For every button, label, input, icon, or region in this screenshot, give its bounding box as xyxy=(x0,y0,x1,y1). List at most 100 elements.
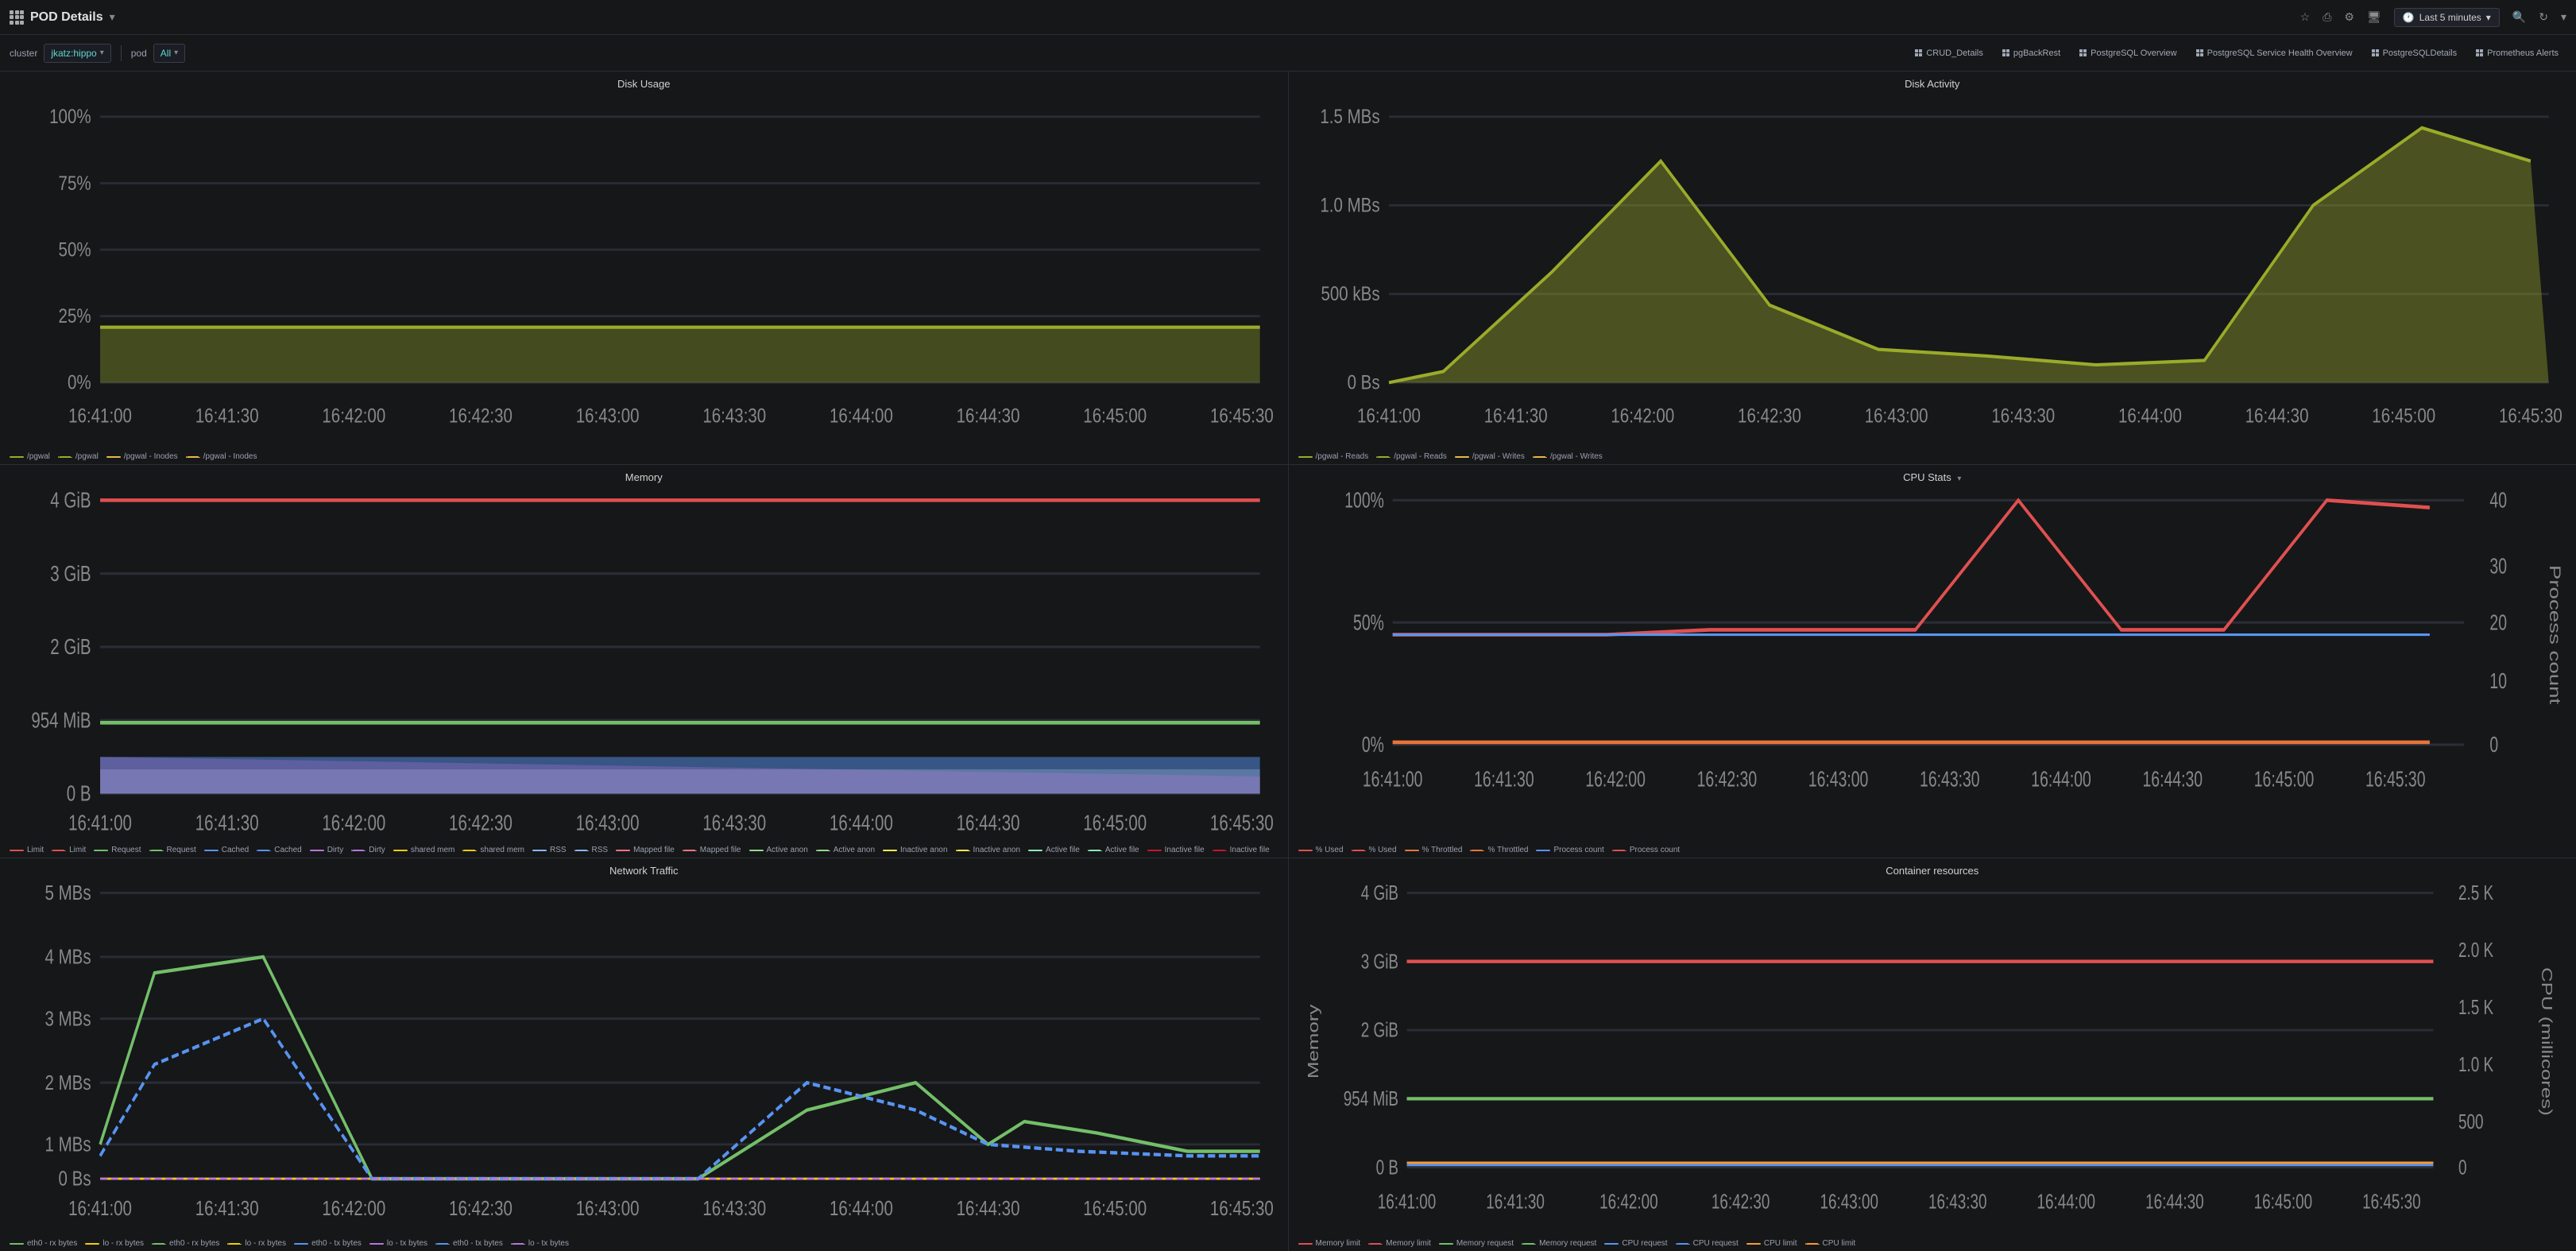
settings-button[interactable]: ⚙ xyxy=(2344,10,2354,24)
svg-text:16:42:30: 16:42:30 xyxy=(449,811,512,836)
svg-text:16:44:30: 16:44:30 xyxy=(2145,1189,2204,1213)
legend-dash xyxy=(186,456,200,458)
cpu-stats-svg: 100% 50% 0% 40 30 20 10 0 Process count … xyxy=(1298,488,2567,842)
pod-value: All xyxy=(161,48,171,59)
disk-activity-svg: 1.5 MBs 1.0 MBs 500 kBs 0 Bs 16:41:00 16… xyxy=(1298,95,2567,449)
svg-text:25%: 25% xyxy=(59,304,91,327)
legend-item: lo - tx bytes xyxy=(511,1239,569,1248)
svg-text:10: 10 xyxy=(2489,669,2507,694)
container-resources-legend: Memory limit Memory limit Memory request… xyxy=(1298,1239,2567,1248)
svg-text:1.5 MBs: 1.5 MBs xyxy=(1320,105,1379,127)
time-range-button[interactable]: 🕐 Last 5 minutes ▾ xyxy=(2394,8,2500,27)
svg-text:50%: 50% xyxy=(59,238,91,261)
svg-text:500: 500 xyxy=(2458,1110,2483,1133)
container-resources-title: Container resources xyxy=(1298,865,2567,877)
svg-text:16:43:00: 16:43:00 xyxy=(576,1197,640,1220)
legend-item: Active file xyxy=(1088,846,1139,854)
pod-label: pod xyxy=(131,48,147,59)
refresh-button[interactable]: ↻ xyxy=(2539,10,2548,24)
disk-activity-chart: 1.5 MBs 1.0 MBs 500 kBs 0 Bs 16:41:00 16… xyxy=(1298,95,2567,449)
svg-text:3 GiB: 3 GiB xyxy=(50,562,91,587)
svg-text:16:41:30: 16:41:30 xyxy=(1483,405,1547,427)
svg-text:16:45:30: 16:45:30 xyxy=(1210,811,1274,836)
svg-text:0%: 0% xyxy=(68,371,91,393)
svg-text:500 kBs: 500 kBs xyxy=(1321,282,1379,304)
panel-network-traffic: Network Traffic 5 MBs 4 MBs 3 MBs 2 MBs … xyxy=(0,858,1288,1251)
tab-pg-details-label: PostgreSQLDetails xyxy=(2383,48,2458,58)
tab-pgbackrest-label: pgBackRest xyxy=(2013,48,2060,58)
legend-item: Mapped file xyxy=(616,846,675,854)
tab-crud-label: CRUD_Details xyxy=(1926,48,1983,58)
nav-tabs: CRUD_Details pgBackRest PostgreSQL Overv… xyxy=(1907,45,2566,61)
legend-item: /pgwal xyxy=(58,452,99,461)
legend-dash xyxy=(58,456,72,458)
tab-pg-service[interactable]: PostgreSQL Service Health Overview xyxy=(2188,45,2361,61)
svg-text:16:45:30: 16:45:30 xyxy=(2365,767,2425,792)
svg-text:4 GiB: 4 GiB xyxy=(50,489,91,513)
cpu-stats-title: CPU Stats ▾ xyxy=(1298,471,2567,483)
cluster-label: cluster xyxy=(10,48,37,59)
svg-text:100%: 100% xyxy=(1344,488,1384,513)
refresh-chevron[interactable]: ▾ xyxy=(2561,10,2566,24)
tab-pg-overview[interactable]: PostgreSQL Overview xyxy=(2071,45,2184,61)
legend-item: eth0 - tx bytes xyxy=(435,1239,503,1248)
legend-item: Inactive anon xyxy=(956,846,1021,854)
legend-item: /pgwal - Reads xyxy=(1376,452,1447,461)
svg-text:75%: 75% xyxy=(59,172,91,194)
svg-text:16:44:00: 16:44:00 xyxy=(830,1197,893,1220)
tab-pg-service-label: PostgreSQL Service Health Overview xyxy=(2207,48,2353,58)
pod-dropdown[interactable]: All ▾ xyxy=(153,44,185,63)
svg-text:16:41:30: 16:41:30 xyxy=(195,811,259,836)
container-resources-chart: 4 GiB 3 GiB 2 GiB 954 MiB 0 B Memory 2.5… xyxy=(1298,881,2567,1236)
svg-text:16:42:30: 16:42:30 xyxy=(449,405,512,427)
svg-text:0 Bs: 0 Bs xyxy=(59,1167,91,1190)
disk-usage-legend: /pgwal /pgwal /pgwal - Inodes /pgwal - I… xyxy=(10,452,1278,461)
legend-item: Memory request xyxy=(1439,1239,1514,1248)
svg-text:16:43:30: 16:43:30 xyxy=(1928,1189,1986,1213)
svg-text:16:41:00: 16:41:00 xyxy=(1362,767,1422,792)
tab-crud[interactable]: CRUD_Details xyxy=(1907,45,1991,61)
svg-text:16:41:00: 16:41:00 xyxy=(68,811,132,836)
svg-text:16:44:30: 16:44:30 xyxy=(957,1197,1020,1220)
svg-text:16:42:00: 16:42:00 xyxy=(1599,1189,1658,1213)
svg-text:0 Bs: 0 Bs xyxy=(1347,371,1379,393)
share-button[interactable]: ⎙ xyxy=(2323,10,2331,24)
cpu-stats-arrow[interactable]: ▾ xyxy=(1957,474,1961,483)
tab-pg-details[interactable]: PostgreSQLDetails xyxy=(2364,45,2466,61)
tab-prometheus[interactable]: Prometheus Alerts xyxy=(2468,45,2566,61)
star-button[interactable]: ☆ xyxy=(2300,10,2311,24)
svg-text:16:41:30: 16:41:30 xyxy=(195,1197,259,1220)
disk-activity-legend: /pgwal - Reads /pgwal - Reads /pgwal - W… xyxy=(1298,452,2567,461)
svg-text:1.0 K: 1.0 K xyxy=(2458,1052,2493,1076)
cluster-arrow: ▾ xyxy=(100,48,104,57)
legend-item: Limit xyxy=(52,846,86,854)
svg-text:1.0 MBs: 1.0 MBs xyxy=(1320,194,1379,216)
svg-text:16:43:30: 16:43:30 xyxy=(1991,405,2055,427)
search-button[interactable]: 🔍 xyxy=(2512,10,2526,24)
title-chevron[interactable]: ▾ xyxy=(110,10,115,24)
legend-line xyxy=(1455,456,1469,458)
app-grid-icon[interactable] xyxy=(10,10,24,25)
svg-text:16:41:00: 16:41:00 xyxy=(1377,1189,1436,1213)
svg-text:16:43:00: 16:43:00 xyxy=(576,811,640,836)
clock-icon: 🕐 xyxy=(2403,12,2415,23)
legend-item: RSS xyxy=(532,846,567,854)
svg-text:16:41:00: 16:41:00 xyxy=(68,1197,132,1220)
legend-line xyxy=(10,456,24,458)
page-title: POD Details xyxy=(30,10,103,25)
legend-item: CPU request xyxy=(1604,1239,1667,1248)
container-resources-svg: 4 GiB 3 GiB 2 GiB 954 MiB 0 B Memory 2.5… xyxy=(1298,881,2567,1236)
legend-item: /pgwal - Inodes xyxy=(186,452,257,461)
svg-text:0 B: 0 B xyxy=(67,782,91,807)
svg-text:20: 20 xyxy=(2489,610,2507,635)
svg-text:16:44:30: 16:44:30 xyxy=(2245,405,2308,427)
svg-text:16:42:30: 16:42:30 xyxy=(1711,1189,1770,1213)
legend-item: % Throttled xyxy=(1470,846,1528,854)
svg-text:16:44:00: 16:44:00 xyxy=(830,405,893,427)
cluster-dropdown[interactable]: jkatz:hippo ▾ xyxy=(44,44,110,63)
tab-pgbackrest[interactable]: pgBackRest xyxy=(1994,45,2068,61)
svg-text:16:44:30: 16:44:30 xyxy=(957,405,1020,427)
monitor-button[interactable]: 🖥 xyxy=(2367,10,2381,24)
legend-item: Memory limit xyxy=(1368,1239,1431,1248)
disk-usage-chart: 100% 75% 50% 25% 0% 16:41:00 16:41:30 16… xyxy=(10,95,1278,449)
